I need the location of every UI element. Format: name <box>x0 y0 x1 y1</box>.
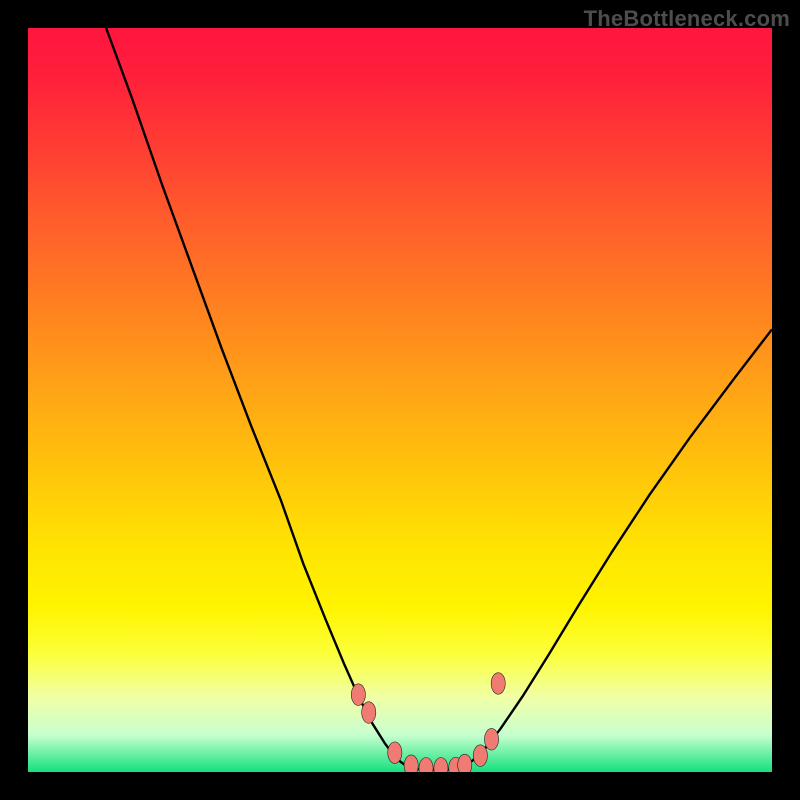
curve-right-branch <box>467 329 772 765</box>
marker-dot <box>362 702 376 724</box>
marker-dot <box>388 742 402 764</box>
chart-frame: TheBottleneck.com <box>0 0 800 800</box>
marker-dot <box>473 745 487 767</box>
chart-gradient-area <box>28 28 772 772</box>
marker-dot <box>491 673 505 695</box>
chart-svg <box>28 28 772 772</box>
marker-dot <box>404 755 418 772</box>
watermark-text: TheBottleneck.com <box>584 6 790 32</box>
marker-dot <box>458 754 472 772</box>
marker-dot <box>434 757 448 772</box>
curve-left-branch <box>106 28 407 767</box>
marker-dot <box>484 728 498 750</box>
marker-dot <box>419 757 433 772</box>
marker-group <box>351 673 505 772</box>
marker-dot <box>351 684 365 706</box>
